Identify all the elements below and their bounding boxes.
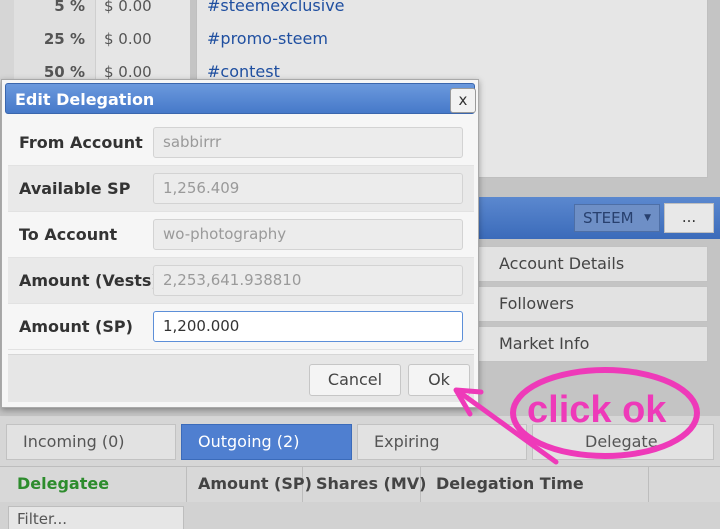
annotation-label: click ok xyxy=(527,389,667,431)
annotation-overlay xyxy=(453,367,700,465)
